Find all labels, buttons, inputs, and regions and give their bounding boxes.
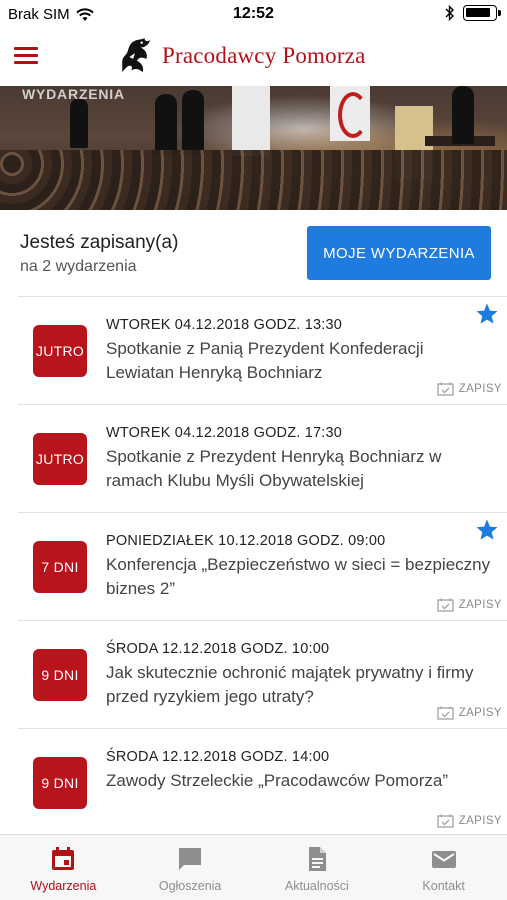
document-icon: [308, 847, 326, 871]
hero-label: WYDARZENIA: [22, 86, 125, 102]
calendar-check-icon: [437, 598, 454, 612]
event-date: WTOREK 04.12.2018 GODZ. 17:30: [106, 425, 343, 441]
event-countdown-badge: 9 DNI: [33, 757, 87, 809]
chat-bubble-icon: [179, 848, 202, 870]
hero-person: [155, 94, 177, 156]
status-bar: Brak SIM 12:52: [0, 0, 507, 30]
register-link[interactable]: ZAPISY: [437, 382, 502, 396]
event-title: Spotkanie z Panią Prezydent Konfederacji…: [106, 339, 424, 382]
event-item[interactable]: JUTRO WTOREK 04.12.2018 GODZ. 13:30 Spot…: [18, 296, 507, 404]
event-item[interactable]: 9 DNI ŚRODA 12.12.2018 GODZ. 14:00 Zawod…: [18, 728, 507, 836]
summary-subtitle: na 2 wydarzenia: [20, 258, 137, 275]
register-label: ZAPISY: [458, 599, 502, 611]
event-countdown-badge: JUTRO: [33, 433, 87, 485]
hero-audience: [0, 150, 507, 210]
hamburger-menu-button[interactable]: [14, 47, 38, 67]
register-label: ZAPISY: [458, 383, 502, 395]
register-link[interactable]: ZAPISY: [437, 706, 502, 720]
event-countdown-badge: 9 DNI: [33, 649, 87, 701]
tab-aktualnosci[interactable]: Aktualności: [254, 835, 381, 900]
star-icon[interactable]: [475, 302, 499, 326]
registration-summary: Jesteś zapisany(a) na 2 wydarzenia MOJE …: [0, 210, 507, 296]
menu-line: [14, 54, 38, 57]
bluetooth-icon: [445, 5, 454, 21]
register-label: ZAPISY: [458, 707, 502, 719]
tab-label: Ogłoszenia: [158, 879, 222, 893]
tab-label: Aktualności: [284, 879, 349, 893]
hero-person: [70, 98, 88, 148]
star-icon[interactable]: [475, 518, 499, 542]
event-title: Jak skutecznie ochronić majątek prywatny…: [106, 663, 474, 706]
status-time: 12:52: [233, 5, 274, 22]
app-logo: Pracodawcy Pomorza: [116, 36, 366, 76]
event-date: ŚRODA 12.12.2018 GODZ. 10:00: [106, 641, 330, 657]
menu-line: [14, 47, 38, 50]
event-title: Konferencja „Bezpieczeństwo w sieci = be…: [106, 555, 491, 598]
griffin-logo-icon: [121, 37, 151, 73]
status-right: [445, 5, 501, 21]
tab-kontakt[interactable]: Kontakt: [380, 835, 507, 900]
hero-banner: WYDARZENIA: [0, 86, 507, 210]
calendar-icon: [52, 847, 75, 870]
hero-rollup-banner: [232, 86, 270, 156]
logo-text: Pracodawcy Pomorza: [162, 43, 366, 68]
summary-title: Jesteś zapisany(a): [20, 232, 179, 253]
event-date: ŚRODA 12.12.2018 GODZ. 14:00: [106, 749, 330, 765]
event-title: Spotkanie z Prezydent Henryką Bochniarz …: [106, 447, 442, 490]
tab-ogloszenia[interactable]: Ogłoszenia: [127, 835, 254, 900]
event-list: JUTRO WTOREK 04.12.2018 GODZ. 13:30 Spot…: [18, 296, 507, 836]
calendar-check-icon: [437, 382, 454, 396]
my-events-button[interactable]: MOJE WYDARZENIA: [307, 226, 491, 280]
event-countdown-badge: 7 DNI: [33, 541, 87, 593]
bottom-tab-bar: Wydarzenia Ogłoszenia Aktualności Kontak…: [0, 834, 507, 900]
event-item[interactable]: 9 DNI ŚRODA 12.12.2018 GODZ. 10:00 Jak s…: [18, 620, 507, 728]
event-item[interactable]: JUTRO WTOREK 04.12.2018 GODZ. 17:30 Spot…: [18, 404, 507, 512]
battery-icon: [463, 5, 501, 21]
hero-logo-banner: [330, 86, 370, 141]
event-title: Zawody Strzeleckie „Pracodawców Pomorza”: [106, 771, 449, 790]
app-header: Pracodawcy Pomorza: [0, 30, 507, 86]
tab-wydarzenia[interactable]: Wydarzenia: [0, 835, 127, 900]
tab-label: Wydarzenia: [30, 879, 97, 893]
register-link[interactable]: ZAPISY: [437, 598, 502, 612]
event-date: PONIEDZIAŁEK 10.12.2018 GODZ. 09:00: [106, 533, 386, 549]
register-label: ZAPISY: [458, 815, 502, 827]
event-countdown-badge: JUTRO: [33, 325, 87, 377]
menu-line: [14, 61, 38, 64]
envelope-icon: [431, 851, 456, 868]
tab-label: Kontakt: [422, 879, 465, 893]
event-item[interactable]: 7 DNI PONIEDZIAŁEK 10.12.2018 GODZ. 09:0…: [18, 512, 507, 620]
calendar-check-icon: [437, 814, 454, 828]
hero-person: [452, 86, 474, 144]
calendar-check-icon: [437, 706, 454, 720]
hero-person: [182, 90, 204, 156]
register-link[interactable]: ZAPISY: [437, 814, 502, 828]
event-date: WTOREK 04.12.2018 GODZ. 13:30: [106, 317, 343, 333]
